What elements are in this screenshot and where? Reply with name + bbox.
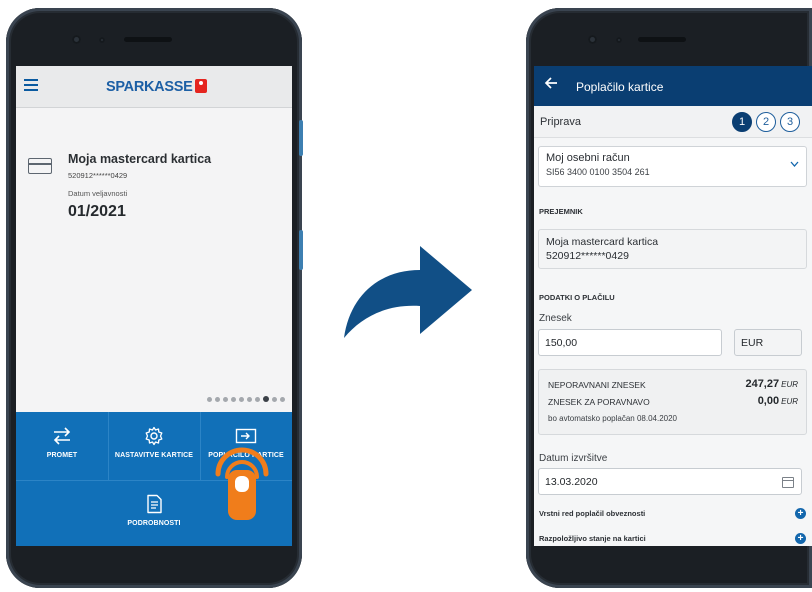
card-settings-label: NASTAVITVE KARTICE bbox=[114, 452, 194, 459]
validity-value: 01/2021 bbox=[68, 203, 126, 220]
camera-icon bbox=[72, 35, 81, 44]
account-select[interactable]: Moj osebni račun SI56 3400 0100 3504 261 bbox=[538, 146, 807, 187]
balance-info-box: NEPORAVNANI ZNESEK 247,27 EUR ZNESEK ZA P… bbox=[538, 369, 807, 435]
unpaid-amount: 247,27 EUR bbox=[745, 378, 798, 390]
date-value: 13.03.2020 bbox=[545, 476, 598, 488]
power-button bbox=[299, 230, 303, 270]
speaker-grill bbox=[124, 37, 172, 42]
card-number: 520912******0429 bbox=[68, 171, 128, 180]
screen-title: Poplačilo kartice bbox=[576, 80, 664, 94]
available-balance-expander[interactable]: Razpoložljivo stanje na kartici bbox=[539, 534, 646, 543]
date-input[interactable]: 13.03.2020 bbox=[538, 468, 802, 495]
hamburger-menu-icon[interactable] bbox=[24, 79, 38, 91]
app-header: SPARKASSE bbox=[16, 66, 292, 108]
currency-field: EUR bbox=[734, 329, 802, 356]
carousel-dot[interactable] bbox=[255, 396, 260, 402]
step-label: Priprava bbox=[540, 116, 581, 128]
carousel-dot[interactable] bbox=[239, 396, 244, 402]
recipient-number: 520912******0429 bbox=[546, 250, 629, 262]
payment-section-title: PODATKI O PLAČILU bbox=[539, 293, 615, 302]
date-label: Datum izvršitve bbox=[539, 453, 608, 464]
chevron-down-icon bbox=[790, 161, 799, 167]
curved-arrow-icon bbox=[344, 246, 472, 338]
transfer-arrows-icon bbox=[53, 427, 71, 445]
step-3[interactable]: 3 bbox=[780, 112, 800, 132]
account-iban: SI56 3400 0100 3504 261 bbox=[546, 167, 650, 177]
payment-form: Moj osebni račun SI56 3400 0100 3504 261… bbox=[534, 138, 812, 546]
gear-icon bbox=[145, 426, 163, 446]
carousel-dot[interactable] bbox=[280, 396, 285, 402]
auto-payment-note: bo avtomatsko poplačan 08.04.2020 bbox=[548, 414, 677, 423]
stage: SPARKASSE Moja mastercard kartica 520912… bbox=[0, 0, 812, 592]
due-label: ZNESEK ZA PORAVNAVO bbox=[548, 397, 650, 407]
stepper: Priprava 1 2 3 bbox=[534, 106, 812, 138]
carousel-dot[interactable] bbox=[272, 396, 277, 402]
details-label: PODROBNOSTI bbox=[127, 520, 181, 527]
amount-label: Znesek bbox=[539, 313, 572, 324]
promet-button[interactable]: PROMET bbox=[16, 412, 108, 480]
app-header: Poplačilo kartice bbox=[534, 66, 812, 106]
credit-card-icon bbox=[28, 158, 52, 174]
card-title: Moja mastercard kartica bbox=[68, 152, 212, 166]
card-carousel[interactable]: Moja mastercard kartica 520912******0429… bbox=[16, 108, 292, 412]
recipient-section-title: PREJEMNIK bbox=[539, 207, 583, 216]
details-button[interactable]: PODROBNOSTI bbox=[108, 480, 200, 546]
volume-button bbox=[299, 120, 303, 156]
carousel-dot[interactable] bbox=[207, 396, 212, 402]
right-phone: Poplačilo kartice Priprava 1 2 3 Moj ose… bbox=[526, 8, 812, 588]
due-amount: 0,00 EUR bbox=[757, 395, 798, 407]
plus-icon[interactable]: + bbox=[795, 533, 806, 544]
sensor-icon bbox=[99, 37, 105, 43]
carousel-dot[interactable] bbox=[223, 396, 228, 402]
promet-label: PROMET bbox=[46, 452, 78, 459]
camera-icon bbox=[588, 35, 597, 44]
carousel-pagination[interactable] bbox=[207, 396, 285, 402]
sensor-icon bbox=[616, 37, 622, 43]
right-screen: Poplačilo kartice Priprava 1 2 3 Moj ose… bbox=[534, 66, 812, 546]
carousel-dot[interactable] bbox=[263, 396, 269, 402]
validity-label: Datum veljavnosti bbox=[68, 189, 128, 198]
carousel-dot[interactable] bbox=[247, 396, 252, 402]
back-arrow-icon[interactable] bbox=[544, 76, 558, 90]
plus-icon[interactable]: + bbox=[795, 508, 806, 519]
carousel-dot[interactable] bbox=[215, 396, 220, 402]
account-name: Moj osebni račun bbox=[546, 152, 630, 164]
recipient-name: Moja mastercard kartica bbox=[546, 236, 659, 248]
unpaid-label: NEPORAVNANI ZNESEK bbox=[548, 380, 646, 390]
carousel-dot[interactable] bbox=[231, 396, 236, 402]
card-payment-icon bbox=[235, 428, 257, 444]
document-icon bbox=[147, 494, 162, 514]
tap-hand-icon bbox=[215, 447, 269, 520]
step-1[interactable]: 1 bbox=[732, 112, 752, 132]
step-2[interactable]: 2 bbox=[756, 112, 776, 132]
speaker-grill bbox=[638, 37, 686, 42]
amount-input[interactable]: 150,00 bbox=[538, 329, 722, 356]
payment-order-expander[interactable]: Vrstni red poplačil obveznosti bbox=[539, 509, 645, 518]
calendar-icon[interactable] bbox=[782, 477, 794, 488]
card-settings-button[interactable]: NASTAVITVE KARTICE bbox=[108, 412, 200, 480]
recipient-box: Moja mastercard kartica 520912******0429 bbox=[538, 229, 807, 269]
brand-logo: SPARKASSE bbox=[106, 79, 208, 95]
